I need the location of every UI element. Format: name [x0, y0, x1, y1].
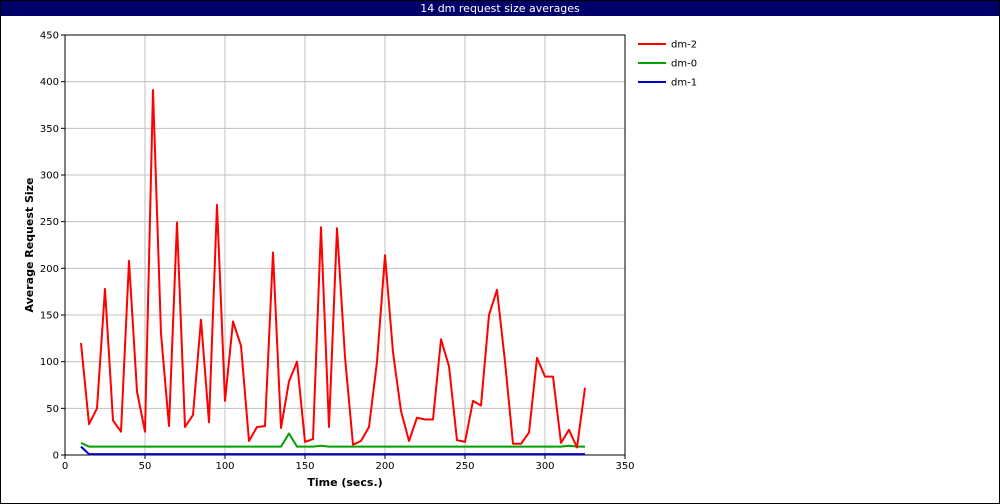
- y-tick-label: 100: [40, 357, 59, 368]
- y-tick-label: 200: [40, 264, 59, 275]
- legend: dm-2 dm-0 dm-1: [638, 40, 697, 89]
- legend-label-dm-0: dm-0: [671, 59, 697, 70]
- y-axis-label: Average Request Size: [23, 177, 36, 312]
- y-tick-label: 300: [40, 171, 59, 182]
- legend-label-dm-2: dm-2: [671, 40, 697, 51]
- series-line-dm-1: [80, 445, 585, 456]
- x-tick-label: 300: [535, 461, 554, 472]
- chart-svg: 0 50 100 150 200 250 300 350 0 50 100 150 200 250 300 3…: [23, 31, 697, 490]
- series-line-dm-0: [80, 432, 585, 448]
- x-axis-label: Time (secs.): [307, 476, 382, 489]
- x-tick-label: 50: [139, 461, 152, 472]
- y-tick-label: 250: [40, 217, 59, 228]
- legend-label-dm-1: dm-1: [671, 78, 697, 89]
- x-tick-label: 100: [215, 461, 234, 472]
- y-tick-label: 400: [40, 77, 59, 88]
- y-tick-label: 350: [40, 124, 59, 135]
- x-tick-label: 250: [455, 461, 474, 472]
- y-tick-label: 0: [53, 451, 59, 462]
- series-lines: [80, 89, 586, 456]
- y-tick-label: 450: [40, 31, 59, 42]
- y-tick-label: 50: [46, 404, 59, 415]
- x-tick-label: 200: [375, 461, 394, 472]
- x-tick-label: 0: [62, 461, 68, 472]
- x-tick-label: 150: [295, 461, 314, 472]
- x-tick-label: 350: [615, 461, 634, 472]
- y-tick-label: 150: [40, 311, 59, 322]
